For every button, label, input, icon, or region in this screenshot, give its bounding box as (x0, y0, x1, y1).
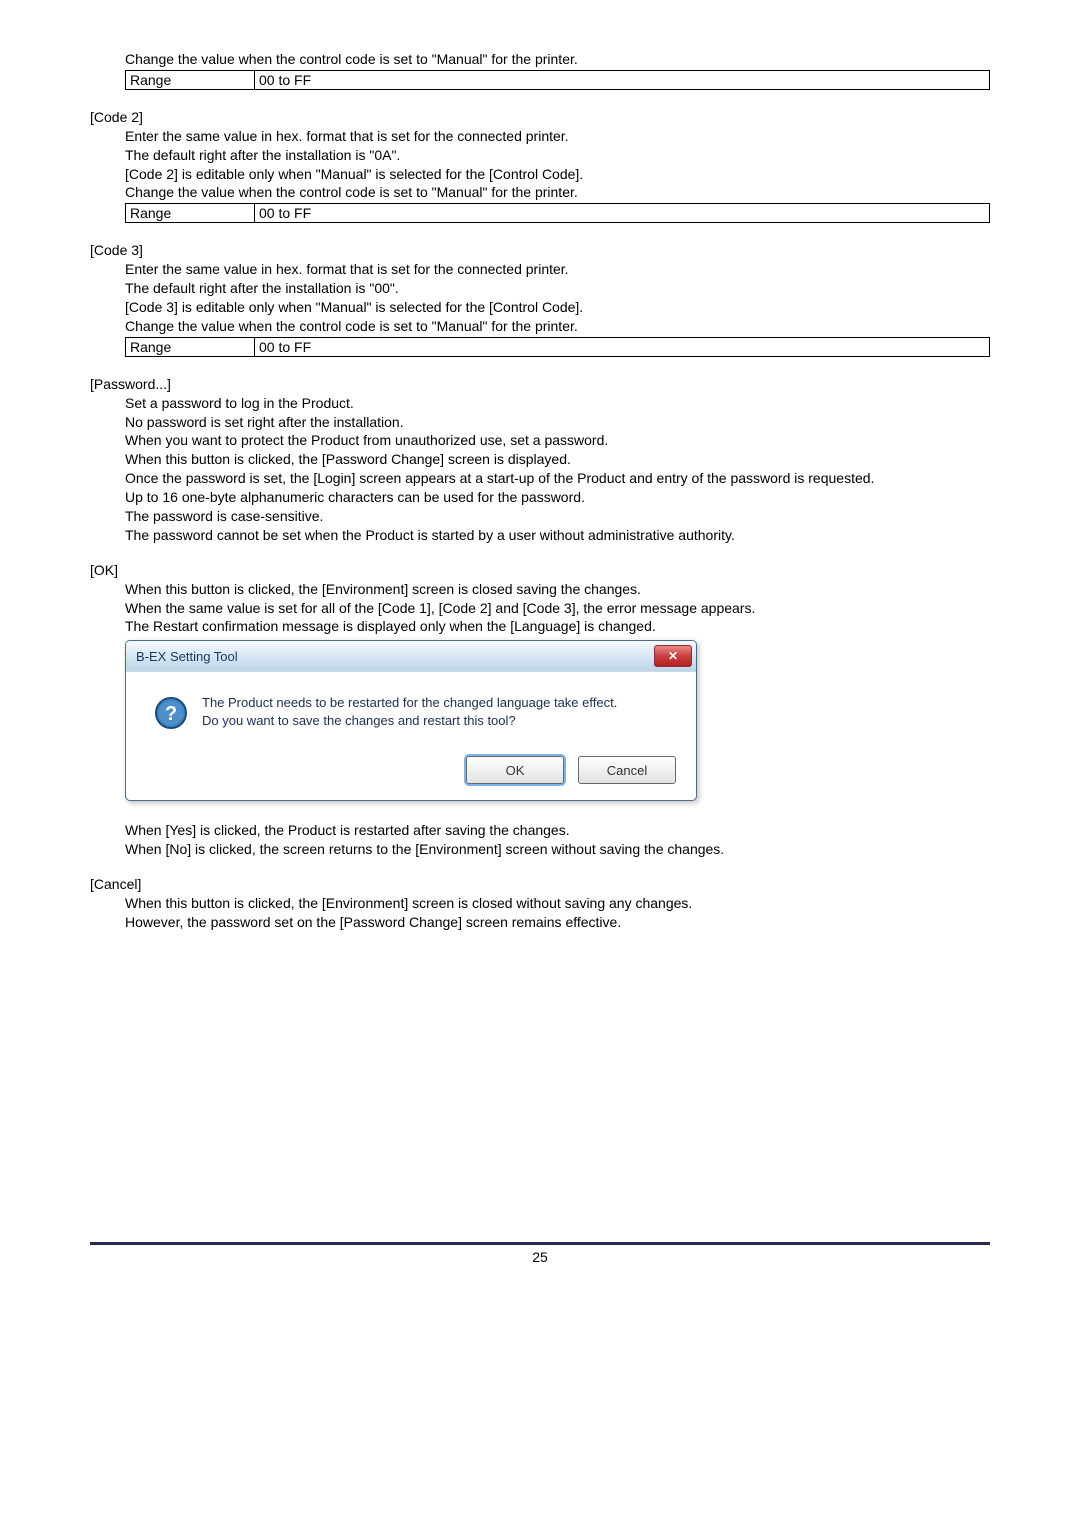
range-value: 00 to FF (255, 337, 990, 356)
dialog-titlebar: B-EX Setting Tool ✕ (126, 641, 696, 671)
code2-line: Change the value when the control code i… (125, 183, 990, 202)
cancel-line: When this button is clicked, the [Enviro… (125, 894, 990, 913)
dialog-message-line: The Product needs to be restarted for th… (202, 694, 617, 712)
code3-line: Change the value when the control code i… (125, 317, 990, 336)
close-button[interactable]: ✕ (654, 645, 692, 667)
intro-change-line: Change the value when the control code i… (125, 50, 990, 69)
password-line: The password is case-sensitive. (125, 507, 990, 526)
ok-line: When the same value is set for all of th… (125, 599, 990, 618)
code3-line: The default right after the installation… (125, 279, 990, 298)
svg-text:?: ? (165, 703, 177, 725)
page-content: Change the value when the control code i… (0, 0, 1080, 962)
restart-dialog: B-EX Setting Tool ✕ ? The Product needs … (125, 640, 697, 801)
range-table-1: Range 00 to FF (125, 70, 990, 90)
password-heading: [Password...] (90, 375, 990, 394)
dialog-buttons: OK Cancel (126, 744, 696, 800)
dialog-title: B-EX Setting Tool (136, 649, 238, 664)
cancel-button-label: Cancel (607, 763, 647, 778)
after-dialog-line: When [No] is clicked, the screen returns… (125, 840, 990, 859)
range-label: Range (126, 204, 255, 223)
code3-heading: [Code 3] (90, 241, 990, 260)
range-table-2: Range 00 to FF (125, 203, 990, 223)
code3-line: Enter the same value in hex. format that… (125, 260, 990, 279)
password-line: When you want to protect the Product fro… (125, 431, 990, 450)
after-dialog-line: When [Yes] is clicked, the Product is re… (125, 821, 990, 840)
code2-heading: [Code 2] (90, 108, 990, 127)
password-line: Once the password is set, the [Login] sc… (125, 469, 990, 488)
code2-line: The default right after the installation… (125, 146, 990, 165)
footer-rule (90, 1242, 990, 1245)
range-table-3: Range 00 to FF (125, 337, 990, 357)
question-icon: ? (154, 696, 188, 730)
cancel-button[interactable]: Cancel (578, 756, 676, 784)
page-number: 25 (0, 1249, 1080, 1265)
close-icon: ✕ (668, 649, 678, 663)
ok-button[interactable]: OK (466, 756, 564, 784)
cancel-line: However, the password set on the [Passwo… (125, 913, 990, 932)
password-line: When this button is clicked, the [Passwo… (125, 450, 990, 469)
password-line: The password cannot be set when the Prod… (125, 526, 990, 545)
dialog-body: ? The Product needs to be restarted for … (126, 671, 696, 744)
range-value: 00 to FF (255, 70, 990, 89)
password-line: No password is set right after the insta… (125, 413, 990, 432)
range-label: Range (126, 337, 255, 356)
dialog-message-line: Do you want to save the changes and rest… (202, 712, 617, 730)
cancel-heading: [Cancel] (90, 875, 990, 894)
range-label: Range (126, 70, 255, 89)
range-value: 00 to FF (255, 204, 990, 223)
code2-line: [Code 2] is editable only when "Manual" … (125, 165, 990, 184)
ok-line: The Restart confirmation message is disp… (125, 617, 990, 636)
code2-line: Enter the same value in hex. format that… (125, 127, 990, 146)
code3-line: [Code 3] is editable only when "Manual" … (125, 298, 990, 317)
ok-heading: [OK] (90, 561, 990, 580)
ok-line: When this button is clicked, the [Enviro… (125, 580, 990, 599)
dialog-message: The Product needs to be restarted for th… (202, 694, 617, 729)
password-line: Set a password to log in the Product. (125, 394, 990, 413)
ok-button-label: OK (506, 763, 525, 778)
password-line: Up to 16 one-byte alphanumeric character… (125, 488, 990, 507)
